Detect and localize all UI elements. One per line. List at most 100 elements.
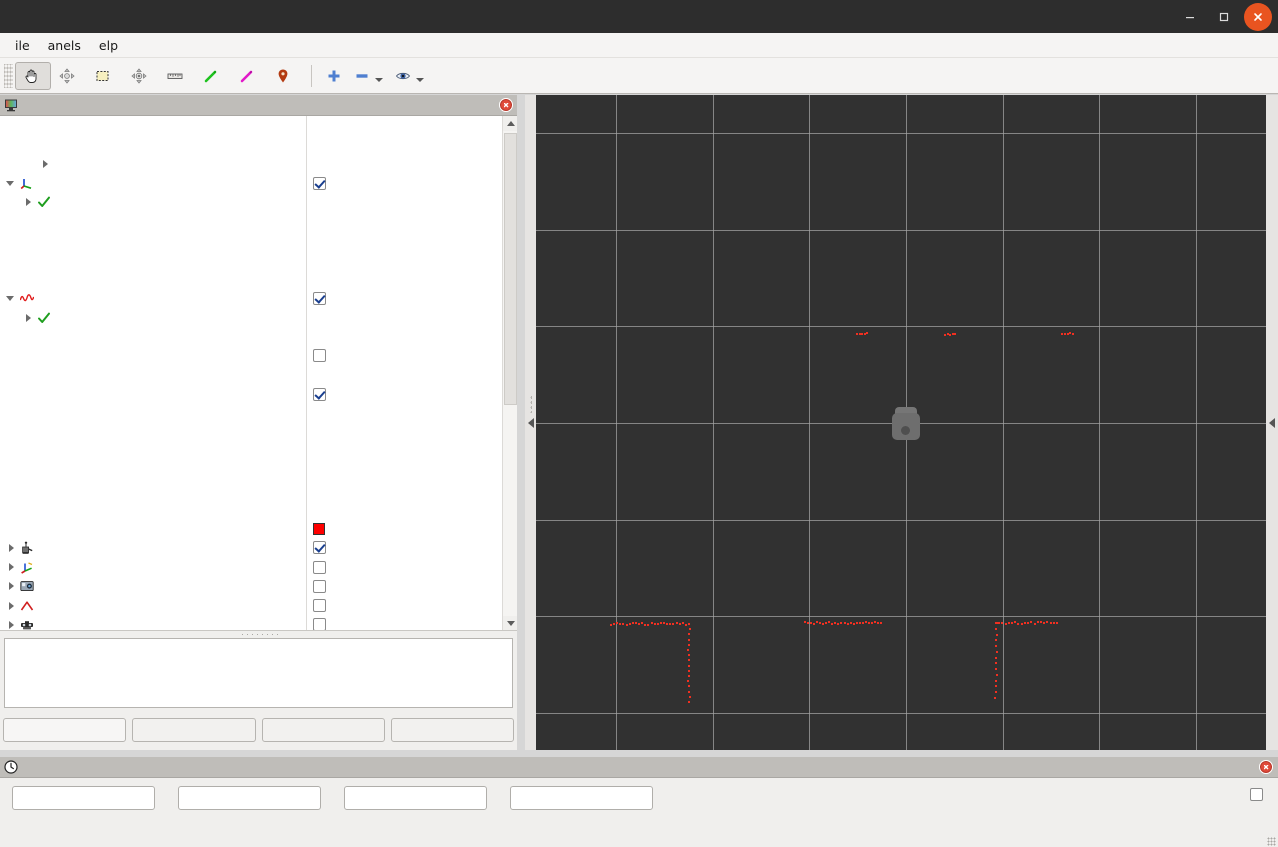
ros-elapsed-input[interactable] <box>178 786 321 810</box>
chevron-right-icon[interactable] <box>6 562 16 572</box>
duplicate-button[interactable] <box>132 718 255 742</box>
resize-grip[interactable] <box>1267 837 1276 846</box>
toolbar-grip[interactable] <box>4 64 13 88</box>
property-row[interactable] <box>0 385 500 404</box>
property-value-cell[interactable] <box>313 174 326 193</box>
property-row[interactable] <box>0 404 500 423</box>
tool-2d-nav-goal[interactable] <box>231 62 267 90</box>
property-row[interactable] <box>0 558 500 577</box>
scroll-down-arrow-icon[interactable] <box>503 616 517 631</box>
menu-help[interactable]: elp <box>91 35 126 56</box>
chevron-down-icon[interactable] <box>6 293 16 303</box>
property-row[interactable] <box>0 538 500 557</box>
tool-measure[interactable] <box>159 62 195 90</box>
remove-tool-button[interactable] <box>348 62 389 90</box>
tool-2d-pose-estimate[interactable] <box>195 62 231 90</box>
property-checkbox[interactable] <box>313 177 326 190</box>
property-checkbox[interactable] <box>313 292 326 305</box>
property-row[interactable] <box>0 366 500 385</box>
wall-time-input[interactable] <box>344 786 487 810</box>
tool-move-camera[interactable] <box>51 62 87 90</box>
property-row[interactable] <box>0 231 500 250</box>
property-checkbox[interactable] <box>313 541 326 554</box>
add-button[interactable] <box>3 718 126 742</box>
property-value-cell[interactable] <box>313 289 326 308</box>
property-value-cell[interactable] <box>313 577 326 596</box>
displays-scrollbar[interactable] <box>502 116 517 631</box>
tool-interact[interactable] <box>15 62 51 90</box>
property-row[interactable] <box>0 615 500 631</box>
visibility-button[interactable] <box>389 62 430 90</box>
property-checkbox[interactable] <box>313 580 326 593</box>
property-value-cell[interactable] <box>313 596 326 615</box>
close-button[interactable] <box>1244 3 1272 31</box>
property-row[interactable] <box>0 519 500 538</box>
property-row[interactable] <box>0 462 500 481</box>
property-value-cell[interactable] <box>313 346 326 365</box>
left-splitter-handle[interactable] <box>525 95 536 750</box>
property-row[interactable] <box>0 250 500 269</box>
collapse-left-arrow-icon[interactable] <box>528 418 534 428</box>
wall-elapsed-input[interactable] <box>510 786 653 810</box>
property-row[interactable] <box>0 596 500 615</box>
tool-focus-camera[interactable] <box>123 62 159 90</box>
property-checkbox[interactable] <box>313 388 326 401</box>
property-checkbox[interactable] <box>313 561 326 574</box>
chevron-right-icon[interactable] <box>23 313 33 323</box>
property-row[interactable] <box>0 442 500 461</box>
property-row[interactable] <box>0 289 500 308</box>
tool-publish-point[interactable] <box>267 62 303 90</box>
experimental-toggle[interactable] <box>1250 788 1269 801</box>
right-splitter-handle[interactable] <box>1266 95 1278 750</box>
property-row[interactable] <box>0 174 500 193</box>
menu-panels[interactable]: anels <box>40 35 89 56</box>
add-tool-button[interactable] <box>320 62 348 90</box>
property-row[interactable] <box>0 135 500 154</box>
property-value-cell[interactable] <box>313 385 326 404</box>
remove-button[interactable] <box>262 718 385 742</box>
chevron-down-icon[interactable] <box>6 178 16 188</box>
property-value-cell[interactable] <box>313 615 326 631</box>
property-row[interactable] <box>0 500 500 519</box>
display-properties-tree[interactable] <box>0 116 517 631</box>
property-checkbox[interactable] <box>313 618 326 631</box>
property-row[interactable] <box>0 423 500 442</box>
visibility-chevron-down-icon[interactable] <box>416 78 424 82</box>
chevron-right-icon[interactable] <box>6 601 16 611</box>
property-row[interactable] <box>0 346 500 365</box>
experimental-checkbox[interactable] <box>1250 788 1263 801</box>
property-value-cell[interactable] <box>313 558 326 577</box>
collapse-right-arrow-icon[interactable] <box>1269 418 1275 428</box>
property-row[interactable] <box>0 270 500 289</box>
displays-splitter[interactable] <box>0 631 517 638</box>
displays-close-icon[interactable] <box>499 98 513 112</box>
property-row[interactable] <box>0 116 500 135</box>
property-value-cell[interactable] <box>313 519 330 538</box>
chevron-right-icon[interactable] <box>6 581 16 591</box>
remove-tool-chevron-down-icon[interactable] <box>375 78 383 82</box>
chevron-right-icon[interactable] <box>23 197 33 207</box>
chevron-right-icon[interactable] <box>6 543 16 553</box>
time-panel-close-icon[interactable] <box>1259 760 1273 774</box>
property-value-cell[interactable] <box>313 538 326 557</box>
ros-time-input[interactable] <box>12 786 155 810</box>
property-row[interactable] <box>0 308 500 327</box>
property-row[interactable] <box>0 154 500 173</box>
chevron-right-icon[interactable] <box>40 159 50 169</box>
minimize-button[interactable] <box>1176 3 1204 31</box>
property-row[interactable] <box>0 212 500 231</box>
property-checkbox[interactable] <box>313 349 326 362</box>
scrollbar-thumb[interactable] <box>504 133 517 405</box>
color-swatch[interactable] <box>313 523 325 535</box>
tool-select[interactable] <box>87 62 123 90</box>
scroll-up-arrow-icon[interactable] <box>503 116 517 131</box>
property-row[interactable] <box>0 577 500 596</box>
property-checkbox[interactable] <box>313 599 326 612</box>
menu-file[interactable]: ile <box>7 35 38 56</box>
property-row[interactable] <box>0 193 500 212</box>
property-row[interactable] <box>0 327 500 346</box>
maximize-button[interactable] <box>1210 3 1238 31</box>
property-row[interactable] <box>0 481 500 500</box>
rename-button[interactable] <box>391 718 514 742</box>
chevron-right-icon[interactable] <box>6 620 16 630</box>
